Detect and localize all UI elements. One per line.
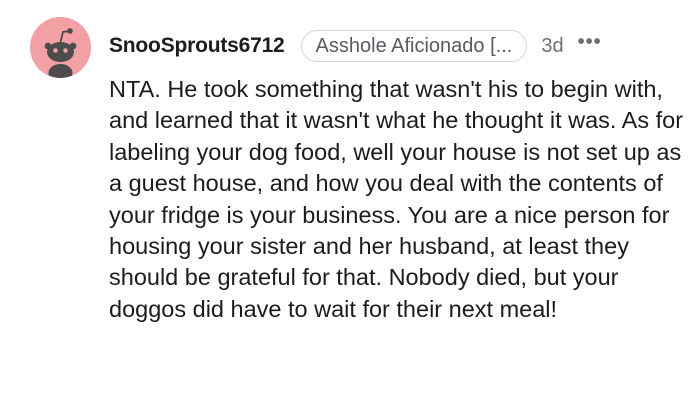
comment-header: SnooSprouts6712 Asshole Aficionado [... … bbox=[109, 28, 602, 64]
comment-timestamp[interactable]: 3d bbox=[541, 35, 563, 58]
more-options-icon[interactable]: ••• bbox=[578, 32, 602, 52]
comment: SnooSprouts6712 Asshole Aficionado [... … bbox=[0, 0, 700, 409]
username-link[interactable]: SnooSprouts6712 bbox=[109, 34, 285, 58]
snoo-avatar-icon bbox=[30, 17, 91, 78]
user-flair: Asshole Aficionado [... bbox=[300, 30, 528, 62]
comment-body: NTA. He took something that wasn't his t… bbox=[109, 76, 684, 322]
avatar[interactable] bbox=[30, 17, 91, 78]
